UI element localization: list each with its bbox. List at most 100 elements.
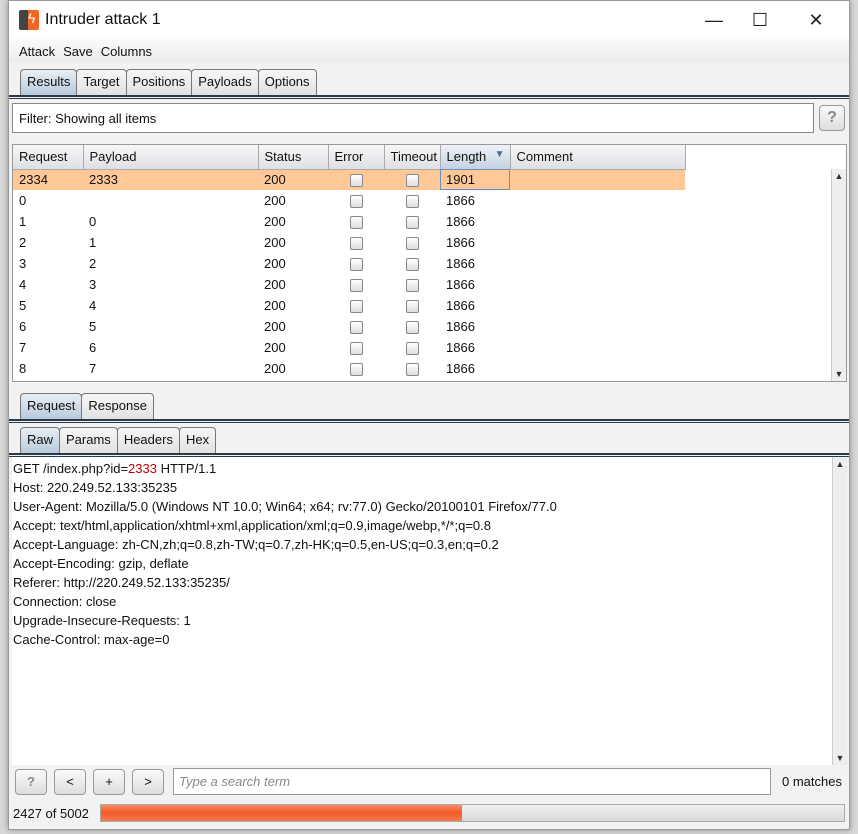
- cell-comment: [510, 169, 685, 190]
- cell-comment: [510, 337, 685, 358]
- table-row[interactable]: 6 5 200 1866: [13, 316, 685, 337]
- cell-request: 0: [19, 193, 27, 208]
- results-table: Request Payload Status Error Timeout Len…: [12, 144, 847, 382]
- menu-columns[interactable]: Columns: [101, 44, 152, 59]
- cell-timeout: [384, 358, 440, 379]
- request-line: GET /index.php?id=2333 HTTP/1.1: [13, 461, 217, 476]
- menu-save[interactable]: Save: [63, 44, 93, 59]
- cell-timeout: [384, 232, 440, 253]
- checkbox: [405, 279, 419, 293]
- cell-payload: 0: [89, 214, 97, 229]
- checkbox: [349, 363, 363, 377]
- tab-hex[interactable]: Hex: [178, 427, 217, 453]
- cell-status: 200: [258, 169, 328, 190]
- header-line: User-Agent: Mozilla/5.0 (Windows NT 10.0…: [13, 499, 557, 514]
- search-bar: ? < + > Type a search term 0 matches: [9, 767, 849, 797]
- checkbox: [405, 258, 419, 272]
- checkbox: [349, 258, 363, 272]
- cell-length: 1901: [440, 169, 510, 190]
- tab-request[interactable]: Request: [20, 393, 83, 419]
- menu-bar: Attack Save Columns: [9, 39, 849, 63]
- cell-timeout: [384, 295, 440, 316]
- minimize-button[interactable]: —: [691, 7, 737, 33]
- checkbox: [349, 300, 363, 314]
- header-line: Cache-Control: max-age=0: [13, 632, 170, 647]
- tab-raw[interactable]: Raw: [20, 427, 61, 453]
- raw-request-editor[interactable]: GET /index.php?id=2333 HTTP/1.1 Host: 22…: [12, 457, 847, 765]
- col-timeout[interactable]: Timeout: [384, 145, 441, 170]
- col-length[interactable]: Length ▼: [440, 145, 511, 170]
- search-help-button[interactable]: ?: [15, 769, 47, 795]
- table-row[interactable]: 1 0 200 1866: [13, 211, 685, 232]
- intruder-window: Intruder attack 1 — ☐ ✕ Attack Save Colu…: [8, 0, 850, 830]
- tab-params[interactable]: Params: [59, 427, 118, 453]
- cell-length: 1866: [446, 277, 475, 292]
- payload-marker: 2333: [128, 461, 157, 476]
- table-row[interactable]: 5 4 200 1866: [13, 295, 685, 316]
- cell-payload: 1: [89, 235, 97, 250]
- table-row[interactable]: 0 200 1866: [13, 190, 685, 211]
- close-button[interactable]: ✕: [793, 7, 839, 33]
- col-payload[interactable]: Payload: [83, 145, 259, 170]
- editor-scrollbar[interactable]: ▲ ▼: [832, 457, 847, 765]
- table-row[interactable]: 7 6 200 1866: [13, 337, 685, 358]
- divider: [9, 95, 849, 99]
- scroll-up-icon[interactable]: ▲: [832, 169, 846, 183]
- cell-status: 200: [264, 256, 286, 271]
- cell-payload: 3: [89, 277, 97, 292]
- header-line: Accept-Encoding: gzip, deflate: [13, 556, 189, 571]
- cell-error: [328, 169, 384, 190]
- checkbox: [405, 174, 419, 188]
- cell-length: 1866: [446, 214, 475, 229]
- table-row[interactable]: 4 3 200 1866: [13, 274, 685, 295]
- cell-request: 3: [19, 256, 27, 271]
- checkbox: [349, 195, 363, 209]
- progress-label: 2427 of 5002: [13, 806, 89, 821]
- checkbox: [349, 216, 363, 230]
- cell-length: 1866: [446, 340, 475, 355]
- col-comment[interactable]: Comment: [510, 145, 686, 170]
- col-error[interactable]: Error: [328, 145, 385, 170]
- tab-results[interactable]: Results: [20, 69, 78, 95]
- cell-request: 6: [19, 319, 27, 334]
- cell-status: 200: [264, 340, 286, 355]
- cell-error: [328, 274, 384, 295]
- scroll-down-icon[interactable]: ▼: [832, 367, 846, 381]
- checkbox: [405, 342, 419, 356]
- search-add-button[interactable]: +: [93, 769, 125, 795]
- cell-length: 1866: [446, 235, 475, 250]
- cell-payload: 7: [89, 361, 97, 376]
- detail-tabs: Request Response: [20, 393, 154, 419]
- scroll-up-icon[interactable]: ▲: [833, 457, 847, 471]
- table-scrollbar[interactable]: ▲ ▼: [831, 169, 846, 381]
- cell-error: [328, 232, 384, 253]
- maximize-button[interactable]: ☐: [737, 7, 783, 33]
- search-next-button[interactable]: >: [132, 769, 164, 795]
- filter-bar[interactable]: Filter: Showing all items: [12, 103, 814, 133]
- col-request[interactable]: Request: [13, 145, 84, 170]
- search-prev-button[interactable]: <: [54, 769, 86, 795]
- table-row[interactable]: 3 2 200 1866: [13, 253, 685, 274]
- col-status[interactable]: Status: [258, 145, 329, 170]
- tab-target[interactable]: Target: [76, 69, 127, 95]
- cell-length: 1866: [446, 298, 475, 313]
- cell-request: 4: [19, 277, 27, 292]
- help-button[interactable]: ?: [819, 105, 845, 131]
- tab-payloads[interactable]: Payloads: [191, 69, 259, 95]
- table-row[interactable]: 2334 2333 200 1901: [13, 169, 685, 190]
- tab-response[interactable]: Response: [81, 393, 154, 419]
- cell-comment: [510, 295, 685, 316]
- table-row[interactable]: 2 1 200 1866: [13, 232, 685, 253]
- tab-headers[interactable]: Headers: [116, 427, 180, 453]
- tab-options[interactable]: Options: [257, 69, 317, 95]
- cell-status: 200: [264, 214, 286, 229]
- cell-length: 1866: [446, 319, 475, 334]
- cell-payload: 2: [89, 256, 97, 271]
- search-input[interactable]: Type a search term: [173, 768, 771, 795]
- cell-status: 200: [264, 361, 286, 376]
- table-row[interactable]: 8 7 200 1866: [13, 358, 685, 379]
- tab-positions[interactable]: Positions: [125, 69, 193, 95]
- checkbox: [349, 279, 363, 293]
- scroll-down-icon[interactable]: ▼: [833, 751, 847, 765]
- menu-attack[interactable]: Attack: [19, 44, 55, 59]
